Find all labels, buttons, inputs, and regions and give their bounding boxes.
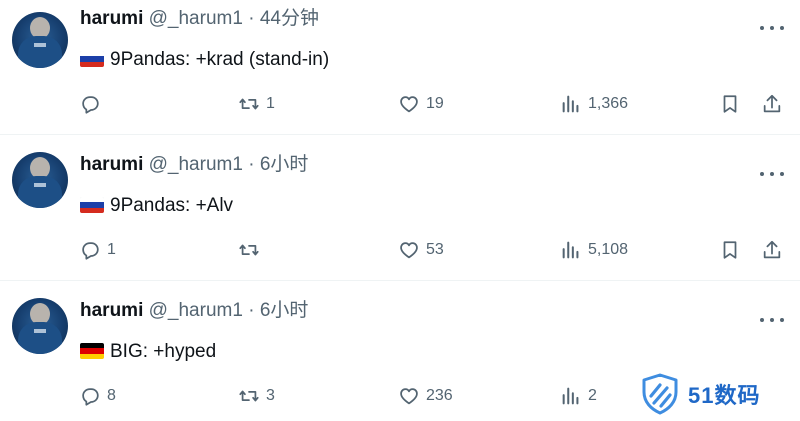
like-button[interactable]: 236 [398,384,453,408]
russia-flag-icon [80,51,104,67]
like-count: 236 [426,387,453,404]
more-icon[interactable] [758,310,786,328]
tweet-header: harumi @_harum1 · 6小时 [80,154,308,176]
retweet-count: 3 [266,387,275,404]
views-icon [562,95,579,113]
separator: · [248,300,255,321]
reply-icon [82,242,99,260]
like-button[interactable]: 53 [398,238,444,262]
timestamp[interactable]: 44分钟 [260,8,319,29]
share-icon [763,94,781,113]
like-count: 53 [426,241,444,258]
watermark-text: 51数码 [688,383,761,408]
share-button[interactable] [761,238,783,262]
like-icon [400,388,418,405]
share-icon [763,240,781,259]
russia-flag-icon [80,197,104,213]
like-count: 19 [426,95,444,112]
views-button[interactable]: 1,366 [560,92,628,116]
tweet[interactable]: harumi @_harum1 · 6小时 9Pandas: +Alv 1 53… [0,146,800,292]
views-icon [562,241,579,259]
display-name[interactable]: harumi [80,300,143,321]
reply-icon [82,96,99,114]
timestamp[interactable]: 6小时 [260,300,309,321]
tweet-header: harumi @_harum1 · 6小时 [80,300,308,322]
avatar[interactable] [12,298,68,354]
retweet-icon [239,98,259,110]
display-name[interactable]: harumi [80,154,143,175]
view-count: 5,108 [588,241,629,258]
tweet-divider [0,134,800,135]
tweet-text: BIG: +hyped [80,340,216,364]
bookmark-button[interactable] [719,238,741,262]
separator: · [248,8,255,29]
views-icon [562,387,579,405]
tweet-header: harumi @_harum1 · 44分钟 [80,8,319,30]
retweet-icon [239,390,259,402]
bookmark-button[interactable] [719,92,741,116]
handle[interactable]: @_harum1 [149,154,243,175]
reply-count: 1 [107,241,116,258]
views-button[interactable]: 2 [560,384,597,408]
reply-button[interactable]: 1 [79,238,116,262]
bookmark-icon [723,241,737,259]
like-icon [400,96,418,113]
tweet-body: BIG: +hyped [110,341,217,362]
avatar[interactable] [12,152,68,208]
like-icon [400,242,418,259]
view-count: 2 [588,387,597,404]
retweet-button[interactable] [238,238,266,262]
watermark: 51数码 [638,372,760,416]
bookmark-icon [723,95,737,113]
reply-button[interactable]: 8 [79,384,116,408]
tweet-body: 9Pandas: +krad (stand-in) [110,49,330,70]
tweet[interactable]: harumi @_harum1 · 44分钟 9Pandas: +krad (s… [0,0,800,146]
handle[interactable]: @_harum1 [149,300,243,321]
reply-button[interactable] [79,92,107,116]
views-button[interactable]: 5,108 [560,238,628,262]
reply-icon [82,388,99,406]
more-icon[interactable] [758,164,786,182]
germany-flag-icon [80,343,104,359]
tweet-divider [0,280,800,281]
shield-logo-icon [642,373,678,415]
tweet-body: 9Pandas: +Alv [110,195,234,216]
reply-count: 8 [107,387,116,404]
more-icon[interactable] [758,18,786,36]
timestamp[interactable]: 6小时 [260,154,309,175]
avatar[interactable] [12,12,68,68]
like-button[interactable]: 19 [398,92,444,116]
tweet-text: 9Pandas: +Alv [80,194,233,218]
retweet-button[interactable]: 1 [238,92,275,116]
share-button[interactable] [761,92,783,116]
tweet-text: 9Pandas: +krad (stand-in) [80,48,329,72]
separator: · [248,154,255,175]
retweet-count: 1 [266,95,275,112]
view-count: 1,366 [588,95,629,112]
retweet-icon [239,244,259,256]
retweet-button[interactable]: 3 [238,384,275,408]
handle[interactable]: @_harum1 [149,8,243,29]
display-name[interactable]: harumi [80,8,143,29]
